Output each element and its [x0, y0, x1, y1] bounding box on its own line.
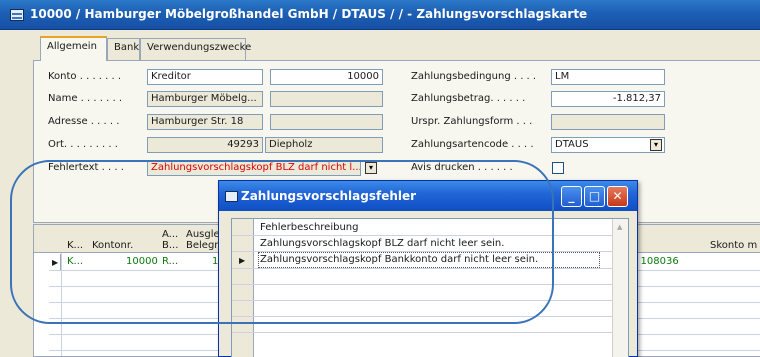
ort-label: Ort. . . . . . . . . [48, 139, 118, 150]
col-skonto-header[interactable]: Skonto m [710, 240, 757, 251]
tab-bank[interactable]: Bank [107, 38, 140, 61]
row-divider [232, 332, 612, 333]
adresse2-field[interactable] [270, 114, 383, 130]
row-right-cell[interactable]: g 108036 [631, 256, 679, 267]
zahlungsbedingung-label: Zahlungsbedingung . . . . [411, 71, 537, 82]
minimize-button[interactable]: _ [561, 186, 582, 207]
name-field[interactable]: Hamburger Möbelg... [147, 91, 263, 107]
name2-field[interactable] [270, 91, 383, 107]
card-window-icon [10, 9, 24, 21]
highlight-annotation [10, 160, 554, 324]
urspr-zahlungsform-field[interactable] [551, 114, 665, 130]
zahlungsbedingung-field[interactable]: LM [551, 69, 665, 85]
maximize-button[interactable]: □ [584, 186, 605, 207]
window-title-bar: 10000 / Hamburger Möbelgroßhandel GmbH /… [0, 0, 760, 30]
tab-verwendungszwecke[interactable]: Verwendungszwecke [140, 38, 251, 61]
close-button[interactable]: ✕ [607, 186, 628, 207]
adresse-field[interactable]: Hamburger Str. 18 [147, 114, 263, 130]
konto-type-field[interactable]: Kreditor [147, 69, 263, 85]
vertical-scrollbar[interactable]: ▲ [612, 219, 628, 357]
zahlungsbetrag-label: Zahlungsbetrag. . . . . . [411, 93, 526, 104]
ort-field[interactable]: Diepholz [265, 137, 383, 153]
konto-label: Konto . . . . . . . [48, 71, 122, 82]
zahlungsbetrag-field[interactable]: -1.812,37 [551, 91, 665, 107]
adresse-label: Adresse . . . . . [48, 116, 120, 127]
konto-number-field[interactable]: 10000 [270, 69, 383, 85]
zahlungsartencode-dropdown-button[interactable]: ▾ [650, 139, 662, 151]
tab-allgemein[interactable]: Allgemein [40, 36, 107, 61]
urspr-zahlungsform-label: Urspr. Zahlungsform . . . [411, 116, 533, 127]
avis-drucken-checkbox[interactable] [552, 162, 564, 174]
zahlungsartencode-label: Zahlungsartencode . . . . [411, 139, 534, 150]
window-title: 10000 / Hamburger Möbelgroßhandel GmbH /… [30, 7, 588, 21]
zahlungsartencode-field[interactable]: DTAUS [551, 137, 665, 153]
plz-field[interactable]: 49293 [147, 137, 263, 153]
name-label: Name . . . . . . . [48, 93, 123, 104]
scroll-up-icon[interactable]: ▲ [617, 223, 622, 231]
